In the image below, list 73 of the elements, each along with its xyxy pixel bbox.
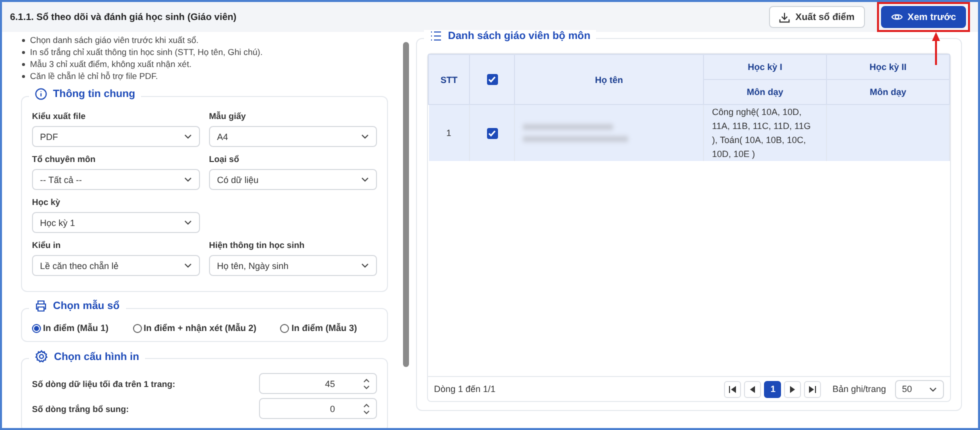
- eye-icon: [890, 12, 903, 22]
- chevron-down-icon: [929, 386, 937, 392]
- page-size-label: Bản ghi/trang: [832, 384, 886, 394]
- field-label: Tổ chuyên môn: [32, 154, 97, 164]
- note-text: In sổ trắng chỉ xuất thông tin học sinh (STT, Họ tên, Ghi chú).: [30, 46, 263, 58]
- chevron-down-icon: [361, 134, 369, 139]
- field-label: Kiểu in: [32, 240, 62, 250]
- select-field[interactable]: Họ tên, Ngày sinh: [209, 255, 377, 276]
- export-button[interactable]: Xuất sổ điểm: [769, 6, 865, 28]
- select-field[interactable]: -- Tất cả --: [32, 169, 200, 190]
- column-header: Môn dạy: [826, 80, 950, 104]
- note-text: Căn lề chẵn lẻ chỉ hỗ trợ file PDF.: [30, 70, 158, 82]
- section-title: Chọn mẫu sổ: [53, 300, 120, 312]
- radio-label: In điểm (Mẫu 1): [43, 323, 109, 333]
- info-icon: [35, 88, 47, 100]
- section-title: Chọn cấu hình in: [54, 350, 140, 362]
- table-cell: Công nghệ( 10A, 10D, 11A, 11B, 11C, 11D, 11G ), Toán( 10A, 10B, 10C, 10D, 10E ): [704, 104, 826, 161]
- section-title: Thông tin chung: [53, 88, 136, 100]
- field-label: Kiểu xuất file: [32, 111, 86, 121]
- next-page-button[interactable]: [784, 380, 802, 398]
- column-header: Họ tên: [514, 54, 704, 104]
- first-page-button[interactable]: [724, 380, 742, 398]
- select-field[interactable]: Học kỳ 1: [32, 212, 200, 233]
- select-field[interactable]: PDF: [32, 126, 200, 147]
- column-header: Học kỳ I: [704, 54, 826, 80]
- download-icon: [779, 12, 790, 22]
- last-page-button[interactable]: [804, 380, 822, 398]
- note-text: Mẫu 3 chỉ xuất điểm, không xuất nhận xét.: [30, 58, 192, 70]
- select-all-checkbox[interactable]: [486, 74, 498, 86]
- spinner-icon: [363, 378, 370, 390]
- page-size-select[interactable]: 50: [895, 380, 944, 398]
- radio-button[interactable]: [280, 324, 290, 332]
- page-button[interactable]: 1: [764, 380, 782, 398]
- select-field[interactable]: A4: [209, 126, 377, 147]
- select-field[interactable]: Có dữ liệu: [209, 169, 377, 190]
- field-label: Loại sổ: [209, 154, 240, 164]
- column-header: STT: [428, 54, 470, 104]
- field-label: Hiện thông tin học sinh: [209, 240, 306, 250]
- radio-label: In điểm (Mẫu 3): [291, 323, 357, 333]
- list-icon: [430, 31, 442, 41]
- number-field[interactable]: 45: [259, 373, 377, 394]
- select-field[interactable]: Lề căn theo chẵn lẻ: [32, 255, 200, 276]
- radio-label: In điểm + nhận xét (Mẫu 2): [144, 323, 256, 333]
- previous-page-icon: [749, 386, 756, 392]
- radio-button[interactable]: [132, 324, 142, 332]
- radio-button[interactable]: [32, 324, 41, 332]
- field-label: Số dòng dữ liệu tối đa trên 1 trang:: [32, 378, 176, 388]
- record-summary: Dòng 1 đến 1/1: [434, 384, 496, 394]
- chevron-down-icon: [184, 134, 192, 139]
- checkbox[interactable]: [486, 128, 498, 140]
- preview-button[interactable]: Xem trước: [880, 6, 966, 28]
- chevron-down-icon: [184, 263, 192, 268]
- first-page-icon: [729, 386, 736, 392]
- column-header: Học kỳ II: [826, 54, 950, 80]
- note-text: Chọn danh sách giáo viên trước khi xuất sổ.: [30, 34, 199, 46]
- next-page-icon: [789, 386, 796, 392]
- table-cell: 1: [428, 104, 470, 161]
- column-header: Môn dạy: [704, 80, 826, 104]
- field-label: Mẫu giấy: [209, 111, 247, 121]
- field-label: Học kỳ: [32, 197, 62, 207]
- printer-icon: [35, 300, 47, 312]
- previous-page-button[interactable]: [744, 380, 762, 398]
- page-title: 6.1.1. Sổ theo dõi và đánh giá học sinh (Giáo viên): [10, 12, 236, 22]
- settings-icon: [35, 350, 48, 363]
- spinner-icon: [363, 402, 370, 414]
- last-page-icon: [809, 386, 816, 392]
- section-title: Danh sách giáo viên bộ môn: [448, 30, 590, 42]
- chevron-down-icon: [184, 220, 192, 225]
- chevron-down-icon: [184, 177, 192, 182]
- chevron-down-icon: [361, 177, 369, 182]
- number-field[interactable]: 0: [259, 398, 377, 419]
- field-label: Số dòng trắng bổ sung:: [32, 404, 129, 414]
- chevron-down-icon: [361, 263, 369, 268]
